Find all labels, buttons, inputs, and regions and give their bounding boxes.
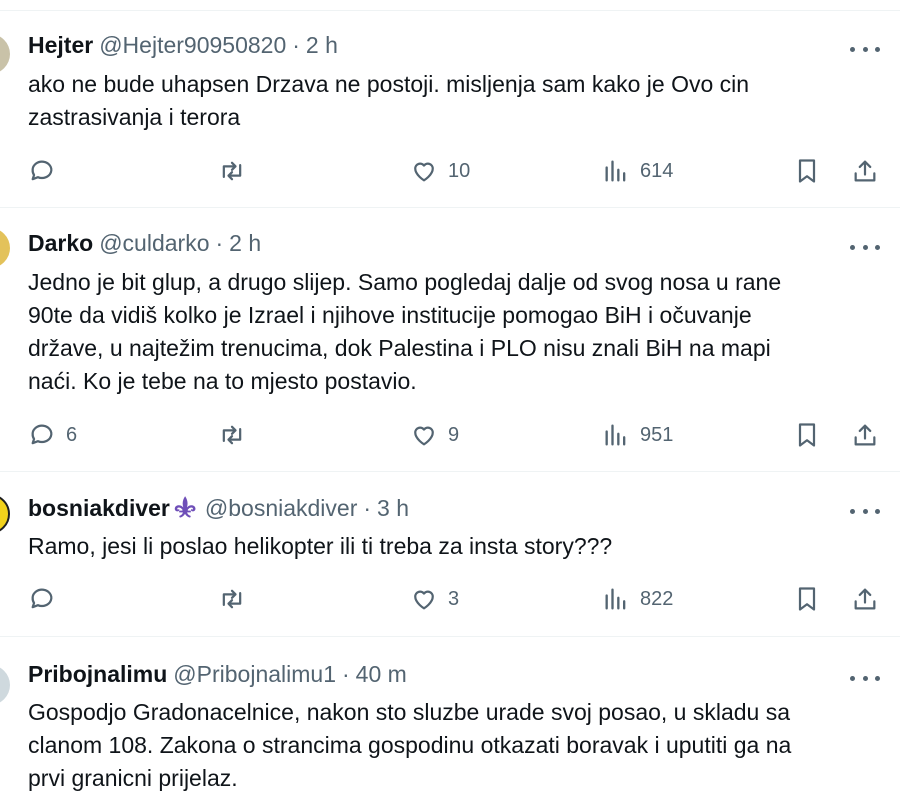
tweet-text-line: 90te da vidiš kolko je Izrael i njihove … <box>28 302 752 328</box>
action-bar: 10 614 <box>0 154 900 188</box>
tweet-header: Pribojnalimu @Pribojnalimu1 · 40 m <box>28 661 407 688</box>
more-icon[interactable] <box>850 671 880 685</box>
author-name[interactable]: Hejter <box>28 32 93 59</box>
bookmark-button[interactable] <box>793 585 821 613</box>
bookmark-button[interactable] <box>793 421 821 449</box>
tweet-text: ako ne bude uhapsen Drzava ne postoji. m… <box>28 68 888 134</box>
reply-count: 6 <box>66 423 78 446</box>
tweet-header: bosniakdiver @bosniakdiver · 3 h <box>28 494 409 522</box>
share-icon <box>854 424 876 446</box>
reply-icon <box>31 424 53 445</box>
timestamp[interactable]: 40 m <box>356 661 407 688</box>
tweet-text: Ramo, jesi li poslao helikopter ili ti t… <box>28 530 888 563</box>
tweet-header: Hejter @Hejter90950820 · 2 h <box>28 32 338 59</box>
retweet-button[interactable] <box>218 585 246 613</box>
bookmark-icon <box>798 423 816 447</box>
views-icon <box>605 424 626 446</box>
tweet-text-line: prvi granicni prijelaz. <box>28 765 238 791</box>
more-icon[interactable] <box>850 240 880 254</box>
bookmark-button[interactable] <box>793 157 821 185</box>
views-icon <box>605 588 626 610</box>
tweet-text: Jedno je bit glup, a drugo slijep. Samo … <box>28 266 888 398</box>
views-button[interactable]: 822 <box>602 585 673 613</box>
tweet-4[interactable]: Pribojnalimu @Pribojnalimu1 · 40 m Gospo… <box>0 637 900 803</box>
tweet-text: Gospodjo Gradonacelnice, nakon sto sluzb… <box>28 696 888 795</box>
tweet-text-line: Jedno je bit glup, a drugo slijep. Samo … <box>28 269 782 295</box>
like-count: 10 <box>448 159 471 182</box>
share-button[interactable] <box>851 585 879 613</box>
tweet-text-line: Gospodjo Gradonacelnice, nakon sto sluzb… <box>28 699 791 725</box>
tweet-text-line: države, u najtežim trenucima, dok Palest… <box>28 335 771 361</box>
view-count: 822 <box>640 587 674 610</box>
more-icon[interactable] <box>850 42 880 56</box>
share-icon <box>854 588 876 610</box>
reply-icon <box>31 588 53 609</box>
tweet-text-line: clanom 108. Zakona o strancima gospodinu… <box>28 732 792 758</box>
avatar[interactable] <box>0 34 10 74</box>
bookmark-icon <box>798 159 816 183</box>
avatar[interactable] <box>0 665 10 705</box>
more-icon[interactable] <box>850 504 880 518</box>
tweet-text-line: ako ne bude uhapsen Drzava ne postoji. m… <box>28 71 750 97</box>
share-button[interactable] <box>851 157 879 185</box>
retweet-icon <box>222 161 242 181</box>
tweet-header: Darko @culdarko · 2 h <box>28 230 261 257</box>
separator-dot: · <box>215 230 224 256</box>
retweet-icon <box>222 425 242 445</box>
timestamp[interactable]: 3 h <box>377 495 409 522</box>
views-button[interactable]: 951 <box>602 421 673 449</box>
tweet-text-line: naći. Ko je tebe na to mjesto postavio. <box>28 368 417 394</box>
view-count: 951 <box>640 423 674 446</box>
views-button[interactable]: 614 <box>602 157 673 185</box>
reply-icon <box>31 160 53 181</box>
author-handle[interactable]: @bosniakdiver <box>205 495 357 522</box>
separator-dot: · <box>342 661 350 687</box>
view-count: 614 <box>640 159 674 182</box>
bookmark-icon <box>798 587 816 611</box>
tweet-text-line: zastrasivanja i terora <box>28 104 241 130</box>
avatar[interactable] <box>0 494 10 534</box>
like-button[interactable]: 9 <box>410 421 459 449</box>
timestamp[interactable]: 2 h <box>229 230 261 257</box>
like-icon <box>414 590 434 610</box>
author-handle[interactable]: @Pribojnalimu1 <box>173 661 336 688</box>
views-icon <box>605 160 626 182</box>
author-handle[interactable]: @Hejter90950820 <box>99 32 286 59</box>
author-handle[interactable]: @culdarko <box>99 230 209 257</box>
like-icon <box>414 162 434 182</box>
share-icon <box>854 160 876 182</box>
reply-button[interactable] <box>28 585 56 613</box>
tweet-1[interactable]: Hejter @Hejter90950820 · 2 h ako ne bude… <box>0 10 900 208</box>
author-name[interactable]: bosniakdiver <box>28 495 170 522</box>
tweet-2[interactable]: Darko @culdarko · 2 h Jedno je bit glup,… <box>0 208 900 472</box>
like-icon <box>414 426 434 446</box>
retweet-button[interactable] <box>218 421 246 449</box>
reply-button[interactable] <box>28 157 56 185</box>
tweet-text-line: Ramo, jesi li poslao helikopter ili ti t… <box>28 533 613 559</box>
author-name[interactable]: Darko <box>28 230 93 257</box>
like-button[interactable]: 10 <box>410 157 470 185</box>
reply-button[interactable]: 6 <box>28 421 77 449</box>
like-count: 3 <box>448 587 460 610</box>
share-button[interactable] <box>851 421 879 449</box>
like-button[interactable]: 3 <box>410 585 459 613</box>
avatar[interactable] <box>0 228 10 268</box>
timestamp[interactable]: 2 h <box>306 32 338 59</box>
fleur-de-lis-icon <box>174 496 196 518</box>
author-name[interactable]: Pribojnalimu <box>28 661 167 688</box>
action-bar: 6 9 951 <box>0 418 900 452</box>
retweet-button[interactable] <box>218 157 246 185</box>
action-bar: 3 822 <box>0 582 900 616</box>
tweet-3[interactable]: bosniakdiver @bosniakdiver · 3 h Ramo, j… <box>0 472 900 637</box>
like-count: 9 <box>448 423 460 446</box>
retweet-icon <box>222 589 242 609</box>
separator-dot: · <box>363 494 372 521</box>
separator-dot: · <box>292 32 300 58</box>
